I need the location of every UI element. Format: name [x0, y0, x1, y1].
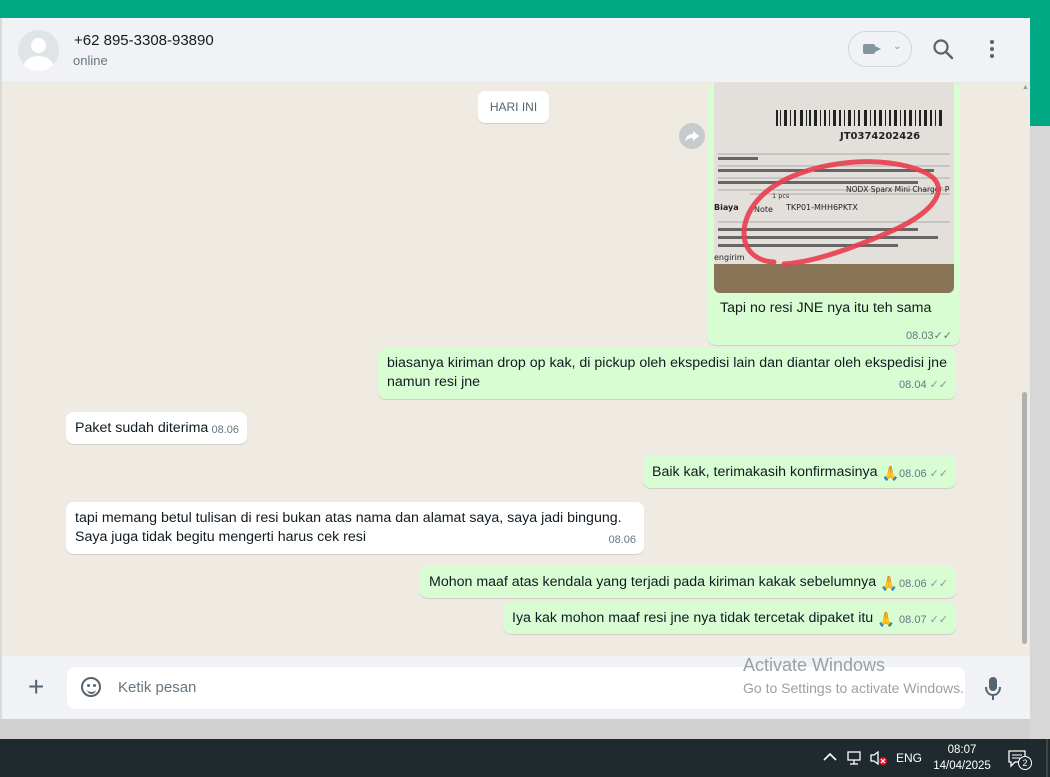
- message-text-line1: tapi memang betul tulisan di resi bukan …: [75, 510, 622, 526]
- contact-status: online: [73, 53, 108, 68]
- label-sender: engirim: [714, 253, 745, 262]
- video-call-button[interactable]: ⌄: [848, 31, 912, 67]
- read-ticks-icon: ✓✓: [929, 578, 948, 590]
- chat-header: +62 895-3308-93890 online ⌄: [2, 18, 1030, 83]
- window-right-gutter: [1030, 126, 1050, 739]
- folded-hands-emoji: 🙏: [881, 466, 900, 482]
- clock-time: 08:07: [947, 744, 977, 756]
- window-bottom-gap: [0, 719, 1030, 739]
- avatar[interactable]: [18, 30, 59, 71]
- chevron-up-icon[interactable]: [823, 752, 837, 762]
- message-text: Paket sudah diterima: [75, 420, 209, 436]
- folded-hands-emoji: 🙏: [880, 576, 898, 592]
- label-qty: 1 pcs: [772, 192, 790, 200]
- message-meta: 08.06: [211, 421, 239, 440]
- message-bubble-incoming[interactable]: tapi memang betul tulisan di resi bukan …: [66, 502, 644, 554]
- message-meta: 08.06 ✓✓: [899, 575, 948, 594]
- sticker-icon[interactable]: [81, 677, 101, 697]
- window-top-strip: [0, 0, 1050, 18]
- message-meta: 08.04 ✓✓: [899, 376, 948, 395]
- message-text-line2: Saya juga tidak begitu mengerti harus ce…: [75, 529, 367, 545]
- windows-taskbar: ENG 08:07 14/04/2025 2: [0, 739, 1050, 777]
- message-bubble-outgoing[interactable]: biasanya kiriman drop op kak, di pickup …: [378, 348, 956, 399]
- message-bubble-incoming[interactable]: Paket sudah diterima 08.06: [66, 412, 247, 444]
- shipping-label-photo[interactable]: JT0374202426 1 pcs NODX Sparx Mini Charg…: [714, 82, 954, 293]
- contact-name[interactable]: +62 895-3308-93890: [74, 32, 214, 49]
- message-meta: 08.07 ✓✓: [899, 611, 948, 630]
- network-icon[interactable]: [846, 750, 864, 766]
- notification-center-button[interactable]: 2: [1008, 750, 1032, 770]
- language-indicator[interactable]: ENG: [896, 739, 922, 777]
- message-time: 08.06: [608, 534, 636, 546]
- show-desktop-button[interactable]: [1046, 739, 1048, 777]
- menu-kebab-icon[interactable]: [986, 38, 998, 60]
- read-ticks-icon: ✓✓: [933, 330, 952, 342]
- message-text: Iya kak mohon maaf resi jne nya tidak te…: [512, 610, 874, 626]
- message-time: 08.06: [899, 578, 927, 590]
- activate-windows-watermark: Activate Windows Go to Settings to activ…: [743, 655, 964, 696]
- message-text: Mohon maaf atas kendala yang terjadi pad…: [429, 574, 877, 590]
- message-text: Baik kak, terimakasih konfirmasinya: [652, 464, 878, 480]
- message-meta: 08.03✓✓: [906, 329, 952, 342]
- clock-date: 14/04/2025: [933, 760, 991, 772]
- message-bubble-outgoing[interactable]: Iya kak mohon maaf resi jne nya tidak te…: [503, 602, 956, 634]
- notification-count-badge: 2: [1018, 756, 1032, 770]
- message-input-placeholder: Ketik pesan: [118, 679, 197, 696]
- image-caption: Tapi no resi JNE nya itu teh sama: [720, 300, 932, 316]
- search-icon[interactable]: [932, 38, 954, 60]
- label-product: NODX Sparx Mini Charger P: [846, 185, 950, 194]
- avatar-body: [23, 56, 54, 71]
- message-time: 08.06: [899, 468, 927, 480]
- read-ticks-icon: ✓✓: [929, 379, 948, 391]
- message-time: 08.04: [899, 379, 927, 391]
- chevron-down-icon: ⌄: [893, 41, 902, 52]
- message-time: 08.06: [211, 424, 239, 436]
- window-right-strip: [1030, 18, 1050, 126]
- label-note-code: TKP01-MHH6PKTX: [785, 203, 858, 212]
- forward-icon[interactable]: [679, 123, 705, 149]
- label-biaya: Biaya: [714, 203, 739, 212]
- attach-plus-icon[interactable]: +: [28, 673, 44, 701]
- whatsapp-window: +62 895-3308-93890 online ⌄ JT0374202426…: [2, 18, 1030, 719]
- volume-muted-icon[interactable]: [869, 750, 889, 766]
- scrollbar-thumb[interactable]: [1022, 392, 1027, 644]
- read-ticks-icon: ✓✓: [929, 614, 948, 626]
- avatar-head: [31, 38, 46, 53]
- message-list[interactable]: JT0374202426 1 pcs NODX Sparx Mini Charg…: [2, 82, 1030, 656]
- message-text-line1: biasanya kiriman drop op kak, di pickup …: [387, 355, 947, 371]
- folded-hands-emoji: 🙏: [877, 612, 895, 628]
- microphone-icon[interactable]: [984, 676, 1002, 702]
- label-note: Note: [754, 205, 773, 214]
- image-message[interactable]: JT0374202426 1 pcs NODX Sparx Mini Charg…: [708, 82, 960, 345]
- taskbar-clock[interactable]: 08:07 14/04/2025: [930, 742, 994, 774]
- tracking-number: JT0374202426: [839, 131, 920, 142]
- message-meta: 08.06: [608, 531, 636, 550]
- message-time: 08.03: [906, 330, 934, 342]
- video-camera-icon: [863, 44, 881, 54]
- scroll-up-arrow-icon[interactable]: ▲: [1022, 84, 1029, 91]
- watermark-subtitle: Go to Settings to activate Windows.: [743, 680, 964, 696]
- message-meta: 08.06 ✓✓: [899, 465, 948, 484]
- message-time: 08.07: [899, 614, 927, 626]
- message-bubble-outgoing[interactable]: Baik kak, terimakasih konfirmasinya 🙏 08…: [643, 456, 956, 488]
- message-text-line2: namun resi jne: [387, 374, 481, 390]
- message-bubble-outgoing[interactable]: Mohon maaf atas kendala yang terjadi pad…: [420, 566, 956, 598]
- watermark-title: Activate Windows: [743, 655, 886, 675]
- read-ticks-icon: ✓✓: [929, 468, 948, 480]
- date-separator: HARI INI: [478, 91, 549, 123]
